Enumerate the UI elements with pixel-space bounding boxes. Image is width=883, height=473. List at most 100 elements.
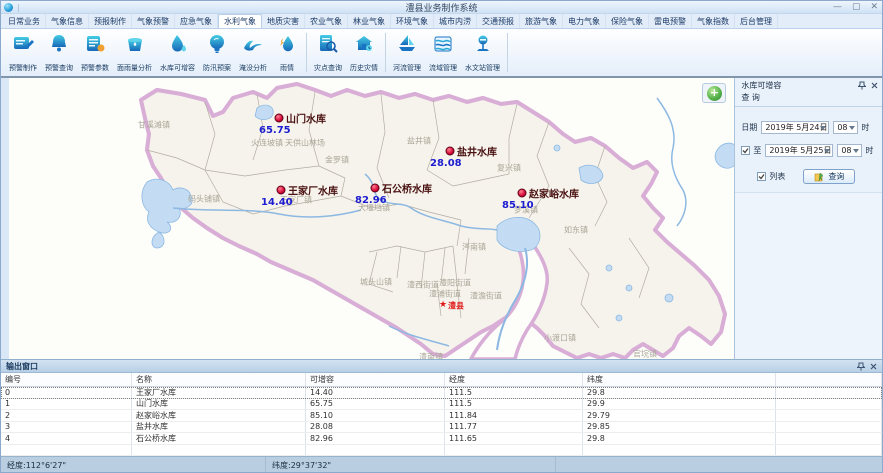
town-label-澧澹街道: 澧澹街道 — [470, 291, 502, 302]
toolbar-item-灾点查询[interactable]: 灾点查询 — [310, 29, 346, 76]
table-row[interactable]: 1山门水库65.75111.529.9 — [1, 399, 882, 411]
table-row[interactable]: 0王家厂水库14.40111.529.8 — [1, 387, 882, 399]
hour-suffix-label: 时 — [861, 122, 869, 133]
column-header-可增容[interactable]: 可增容 — [306, 373, 445, 386]
menu-tab-水利气象[interactable]: 水利气象 — [218, 14, 262, 28]
toolbar-item-流域管理[interactable]: 流域管理 — [425, 29, 461, 76]
reservoir-marker-盐井水库[interactable] — [445, 147, 454, 156]
zoom-in-button[interactable]: + — [707, 86, 722, 101]
table-cell — [776, 445, 882, 456]
water-capacity-icon — [166, 32, 190, 60]
toolbar-item-label: 面雨量分析 — [117, 63, 152, 73]
to-label: 至 — [753, 145, 761, 156]
menu-tab-地质灾害[interactable]: 地质灾害 — [262, 14, 305, 28]
menu-tab-后台管理[interactable]: 后台管理 — [735, 14, 778, 28]
toolbar-item-预警查询[interactable]: 预警查询 — [41, 29, 77, 76]
date-label: 日期 — [741, 122, 757, 133]
pin-icon[interactable] — [858, 81, 866, 90]
reservoir-capacity-value: 65.75 — [259, 125, 291, 136]
maximize-button[interactable]: ▢ — [852, 3, 861, 12]
column-header-纬度[interactable]: 纬度 — [583, 373, 776, 386]
date-from-select[interactable]: 2019年 5月24日 — [761, 121, 829, 134]
county-seat-star-icon: ★ — [439, 300, 447, 310]
reservoir-name-label: 石公桥水库 — [382, 181, 432, 196]
hour-to-select[interactable]: 08 — [837, 144, 862, 157]
reservoir-marker-山门水库[interactable] — [274, 114, 283, 123]
column-header-名称[interactable]: 名称 — [132, 373, 306, 386]
toolbar-separator — [306, 33, 307, 72]
town-label-天供山林场: 天供山林场 — [285, 138, 325, 149]
menu-tab-环境气象[interactable]: 环境气象 — [391, 14, 434, 28]
toolbar-item-河流管理[interactable]: 河流管理 — [389, 29, 425, 76]
town-label-官垸镇: 官垸镇 — [633, 349, 657, 360]
map-canvas[interactable]: 甘溪滩镇火连坡镇天供山林场金罗镇盐井镇码头铺镇王家厂镇大堰垱镇复兴镇梦溪镇如东镇… — [9, 78, 734, 359]
disaster-search-icon — [316, 32, 340, 60]
table-cell-filler — [776, 399, 882, 410]
county-name-label: 澧县 — [448, 301, 464, 312]
close-panel-icon[interactable] — [870, 363, 877, 370]
table-row[interactable]: 4石公桥水库82.96111.6529.8 — [1, 433, 882, 445]
toolbar-item-历史灾情[interactable]: 历史灾情 — [346, 29, 382, 76]
status-latitude: 纬度:29°37'32" — [266, 457, 556, 473]
hour-from-select[interactable]: 08 — [833, 121, 858, 134]
reservoir-marker-王家厂水库[interactable] — [276, 186, 285, 195]
toolbar-item-水库可增容[interactable]: 水库可增容 — [156, 29, 199, 76]
menu-tab-应急气象[interactable]: 应急气象 — [175, 14, 218, 28]
table-row[interactable]: 2赵家峪水库85.10111.8429.79 — [1, 410, 882, 422]
menu-tab-预报制作[interactable]: 预报制作 — [89, 14, 132, 28]
table-cell-filler — [776, 410, 882, 421]
menu-tab-气象预警[interactable]: 气象预警 — [132, 14, 175, 28]
menu-tab-农业气象[interactable]: 农业气象 — [305, 14, 348, 28]
menu-tab-交通预报[interactable]: 交通预报 — [477, 14, 520, 28]
table-cell: 0 — [1, 387, 132, 398]
menu-tab-雷电预警[interactable]: 雷电预警 — [649, 14, 692, 28]
menu-tab-气象信息[interactable]: 气象信息 — [46, 14, 89, 28]
reservoir-capacity-value: 82.96 — [355, 195, 387, 206]
close-button[interactable]: ✕ — [870, 3, 878, 12]
toolbar-item-雨情[interactable]: 雨情 — [271, 29, 303, 76]
menu-tab-旅游气象[interactable]: 旅游气象 — [520, 14, 563, 28]
menu-tab-城市内涝[interactable]: 城市内涝 — [434, 14, 477, 28]
table-cell — [445, 445, 583, 456]
toolbar-item-水文站管理[interactable]: 水文站管理 — [461, 29, 504, 76]
town-label-金罗镇: 金罗镇 — [325, 155, 349, 166]
list-checkbox[interactable] — [757, 172, 766, 181]
main-area: 甘溪滩镇火连坡镇天供山林场金罗镇盐井镇码头铺镇王家厂镇大堰垱镇复兴镇梦溪镇如东镇… — [1, 78, 882, 359]
reservoir-marker-石公桥水库[interactable] — [370, 184, 379, 193]
warning-edit-icon — [11, 32, 35, 60]
panel-title: 水库可增容 — [741, 80, 858, 91]
pin-icon[interactable] — [857, 362, 865, 371]
reservoir-marker-赵家峪水库[interactable] — [517, 189, 526, 198]
status-bar: 经度:112°6'27" 纬度:29°37'32" — [1, 456, 882, 473]
town-label-盐井镇: 盐井镇 — [407, 136, 431, 147]
toolbar-item-label: 历史灾情 — [350, 63, 378, 73]
date-to-checkbox[interactable] — [741, 146, 750, 155]
output-window: 输出窗口 编号名称可增容经度纬度0王家厂水库14.40111.529.81山门水… — [1, 359, 882, 456]
minimize-button[interactable]: — — [833, 3, 842, 12]
column-header-编号[interactable]: 编号 — [1, 373, 132, 386]
menu-tab-电力气象[interactable]: 电力气象 — [563, 14, 606, 28]
query-button[interactable]: 查询 — [803, 169, 855, 184]
menu-tab-保险气象[interactable]: 保险气象 — [606, 14, 649, 28]
menu-tab-林业气象[interactable]: 林业气象 — [348, 14, 391, 28]
toolbar-item-预警制作[interactable]: 预警制作 — [5, 29, 41, 76]
column-header-经度[interactable]: 经度 — [445, 373, 583, 386]
toolbar-item-label: 淹没分析 — [239, 63, 267, 73]
toolbar-item-防汛预案[interactable]: 防汛预案 — [199, 29, 235, 76]
toolbar-item-面雨量分析[interactable]: 面雨量分析 — [113, 29, 156, 76]
menu-tab-气象指数[interactable]: 气象指数 — [692, 14, 735, 28]
table-cell: 111.77 — [445, 422, 583, 433]
table-row[interactable]: 3盐井水库28.08111.7729.85 — [1, 422, 882, 434]
close-panel-icon[interactable] — [871, 82, 878, 89]
toolbar-item-淹没分析[interactable]: 淹没分析 — [235, 29, 271, 76]
table-header-row: 编号名称可增容经度纬度 — [1, 373, 882, 387]
reservoir-name-label: 赵家峪水库 — [529, 186, 579, 201]
toolbar-item-预警参数[interactable]: 预警参数 — [77, 29, 113, 76]
menu-tab-日常业务[interactable]: 日常业务 — [3, 14, 46, 28]
date-to-select[interactable]: 2019年 5月25日 — [765, 144, 833, 157]
table-cell: 29.9 — [583, 399, 776, 410]
town-label-城头山镇: 城头山镇 — [360, 277, 392, 288]
town-label-澧南镇: 澧南镇 — [419, 352, 443, 360]
table-cell — [1, 445, 132, 456]
chevron-down-icon — [824, 149, 830, 153]
